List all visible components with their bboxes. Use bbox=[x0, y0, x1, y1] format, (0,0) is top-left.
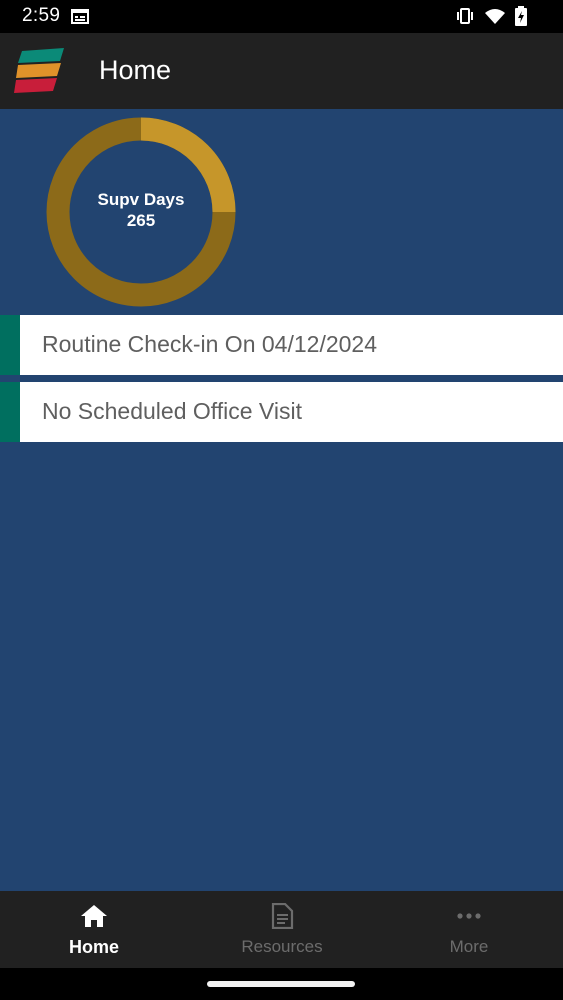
checkin-card-text: Routine Check-in On 04/12/2024 bbox=[42, 331, 377, 357]
page-title: Home bbox=[99, 55, 172, 85]
vibrate-icon bbox=[455, 8, 475, 29]
nav-home[interactable]: Home bbox=[0, 891, 188, 968]
document-icon bbox=[188, 903, 376, 929]
checkin-card[interactable]: Routine Check-in On 04/12/2024 bbox=[0, 315, 563, 375]
bottom-navigation: Home Resources More bbox=[0, 891, 563, 968]
app-logo bbox=[14, 48, 64, 99]
home-content: Supv Days 265 Routine Check-in On 04/12/… bbox=[0, 109, 563, 891]
supervision-days-label: Supv Days 265 bbox=[45, 189, 237, 231]
more-dots-icon bbox=[375, 903, 563, 929]
card-accent bbox=[0, 315, 20, 375]
wifi-icon bbox=[484, 8, 506, 30]
supervision-days-value: 265 bbox=[126, 211, 156, 230]
status-time: 2:59 bbox=[22, 5, 61, 26]
home-icon bbox=[0, 903, 188, 929]
battery-charging-icon bbox=[515, 6, 527, 31]
nav-more-label: More bbox=[449, 937, 489, 956]
gesture-home-handle[interactable] bbox=[207, 981, 355, 987]
office-visit-card-text: No Scheduled Office Visit bbox=[42, 398, 302, 424]
nav-resources-label: Resources bbox=[241, 937, 323, 956]
nav-home-label: Home bbox=[68, 937, 119, 957]
system-navigation-bar bbox=[0, 968, 563, 1000]
nav-resources[interactable]: Resources bbox=[188, 891, 376, 968]
app-bar: Home bbox=[0, 33, 563, 109]
supervision-days-title: Supv Days bbox=[97, 190, 185, 209]
calendar-icon bbox=[71, 9, 89, 29]
status-bar: 2:59 bbox=[0, 0, 563, 33]
office-visit-card[interactable]: No Scheduled Office Visit bbox=[0, 382, 563, 442]
nav-more[interactable]: More bbox=[375, 891, 563, 968]
card-accent bbox=[0, 382, 20, 442]
